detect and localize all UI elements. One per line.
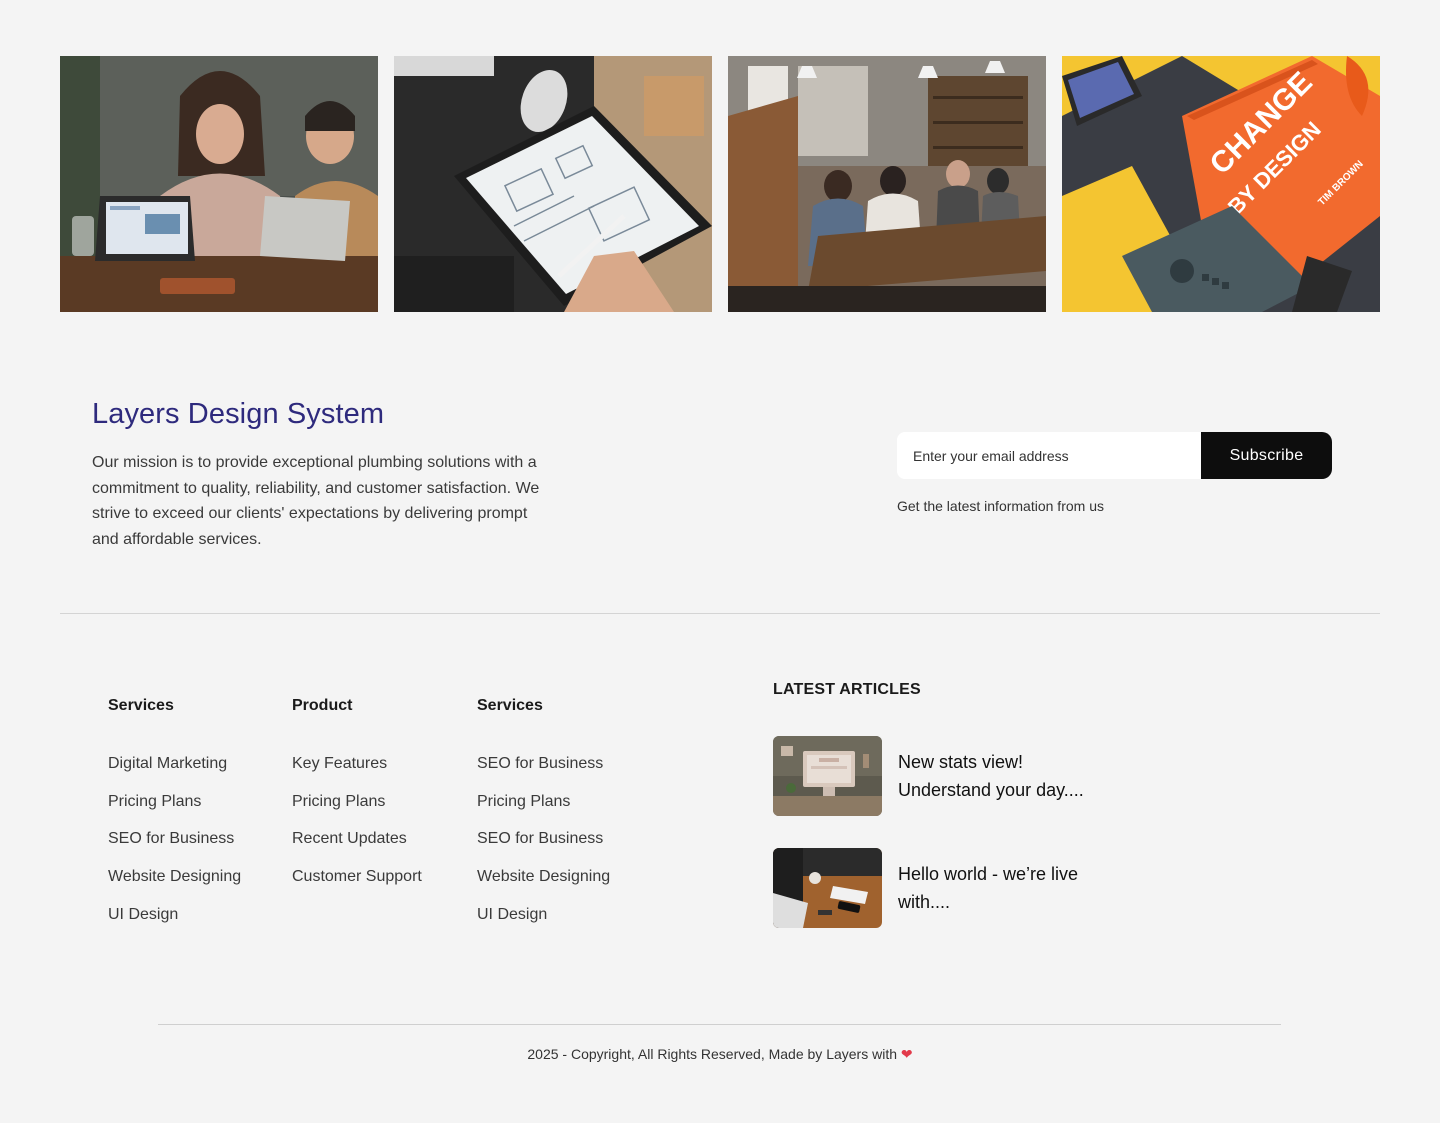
desk-monitor-thumbnail xyxy=(773,736,882,816)
footer-link[interactable]: SEO for Business xyxy=(108,827,241,865)
footer-link[interactable]: Website Designing xyxy=(477,865,610,903)
brand-mission-text: Our mission is to provide exceptional pl… xyxy=(92,454,540,548)
footer-link[interactable]: Key Features xyxy=(292,752,422,790)
footer-link[interactable]: Customer Support xyxy=(292,865,422,903)
change-by-design-book-image: CHANGE BY DESIGN TIM BROWN xyxy=(1062,56,1380,312)
newsletter-note: Get the latest information from us xyxy=(897,498,1104,514)
articles-heading: LATEST ARTICLES xyxy=(773,681,921,698)
column-links: SEO for Business Pricing Plans SEO for B… xyxy=(477,752,610,940)
footer-link[interactable]: Pricing Plans xyxy=(477,790,610,828)
brand-title: Layers Design System xyxy=(92,398,385,430)
column-title: Services xyxy=(108,697,174,714)
section-divider xyxy=(60,613,1380,614)
brand-block: Layers Design System Our mission is to p… xyxy=(92,396,552,552)
latest-articles: LATEST ARTICLES New stats view! Understa… xyxy=(773,678,1133,928)
article-card[interactable]: New stats view! Understand your day.... xyxy=(773,736,1108,816)
footer-column-product: Product Key Features Pricing Plans Recen… xyxy=(292,694,422,903)
footer-column-services: Services Digital Marketing Pricing Plans… xyxy=(108,694,241,940)
heart-icon: ❤ xyxy=(900,1046,913,1062)
subscribe-button[interactable]: Subscribe xyxy=(1201,432,1332,479)
gallery-photo-meeting xyxy=(60,56,378,312)
copyright-text: 2025 - Copyright, All Rights Reserved, M… xyxy=(527,1046,897,1062)
copyright-bar: 2025 - Copyright, All Rights Reserved, M… xyxy=(0,1046,1440,1063)
footer-link[interactable]: UI Design xyxy=(108,903,241,941)
footer-column-services-2: Services SEO for Business Pricing Plans … xyxy=(477,694,610,940)
column-title: Services xyxy=(477,697,543,714)
newsletter-block: Subscribe Get the latest information fro… xyxy=(897,432,1332,514)
people-laptop-meeting-image xyxy=(60,56,378,312)
footer-divider xyxy=(158,1024,1281,1025)
column-links: Digital Marketing Pricing Plans SEO for … xyxy=(108,752,241,940)
image-gallery: CHANGE BY DESIGN TIM BROWN xyxy=(60,56,1380,312)
footer-link[interactable]: Pricing Plans xyxy=(292,790,422,828)
footer-link[interactable]: Recent Updates xyxy=(292,827,422,865)
column-title: Product xyxy=(292,697,353,714)
footer-link[interactable]: UI Design xyxy=(477,903,610,941)
subscribe-form: Subscribe xyxy=(897,432,1332,479)
footer-link[interactable]: Pricing Plans xyxy=(108,790,241,828)
tablet-wireframe-image xyxy=(394,56,712,312)
footer-link[interactable]: Website Designing xyxy=(108,865,241,903)
article-title[interactable]: New stats view! Understand your day.... xyxy=(898,748,1108,804)
article-title[interactable]: Hello world - we’re live with.... xyxy=(898,860,1108,916)
footer-link[interactable]: SEO for Business xyxy=(477,827,610,865)
article-card[interactable]: Hello world - we’re live with.... xyxy=(773,848,1108,928)
footer-link[interactable]: SEO for Business xyxy=(477,752,610,790)
gallery-photo-tablet xyxy=(394,56,712,312)
gallery-photo-office xyxy=(728,56,1046,312)
email-input[interactable] xyxy=(897,432,1201,479)
team-office-image xyxy=(728,56,1046,312)
footer-link[interactable]: Digital Marketing xyxy=(108,752,241,790)
gallery-photo-book: CHANGE BY DESIGN TIM BROWN xyxy=(1062,56,1380,312)
laptop-desk-thumbnail xyxy=(773,848,882,928)
column-links: Key Features Pricing Plans Recent Update… xyxy=(292,752,422,903)
